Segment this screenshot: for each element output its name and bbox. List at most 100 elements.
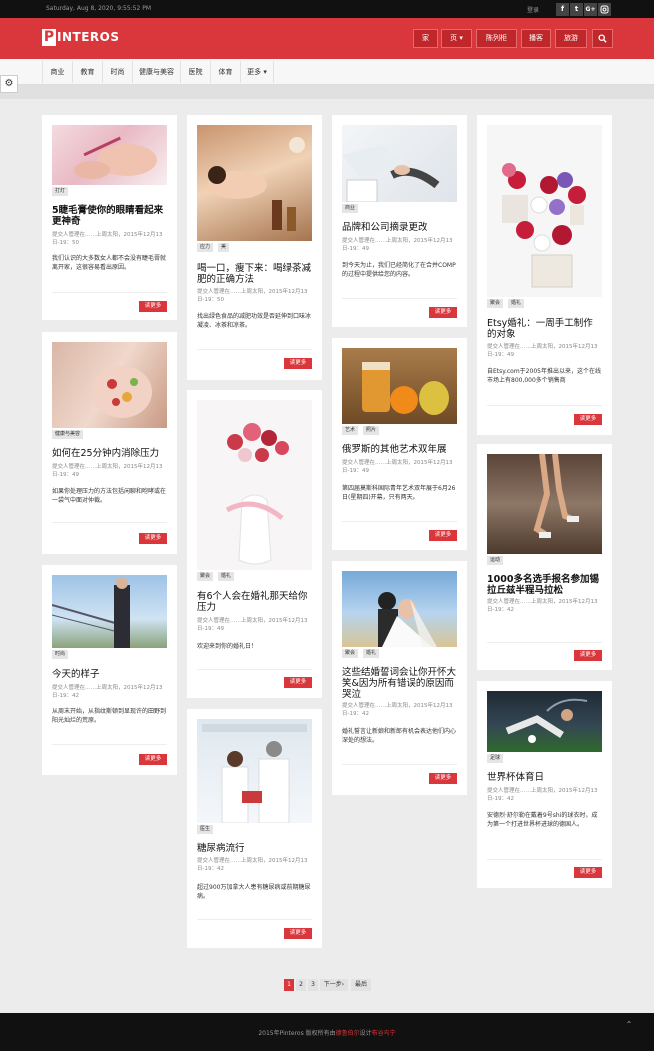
footer-prefix: 2015年Pinteros 版权所有由 xyxy=(258,1030,336,1037)
page-2[interactable]: 2 xyxy=(296,979,306,991)
post-tag[interactable]: 医生 xyxy=(197,825,214,834)
post-meta: 提交人管理在……上周太阳，2015年12月13日-19：49 xyxy=(52,464,163,478)
post-tag[interactable]: 时尚 xyxy=(52,650,69,659)
search-button[interactable] xyxy=(592,29,613,48)
google-plus-icon[interactable]: G+ xyxy=(584,3,597,16)
post-thumbnail[interactable] xyxy=(487,691,602,752)
cat-education[interactable]: 教育 xyxy=(72,61,102,83)
logo-mark[interactable]: P xyxy=(42,29,56,46)
post-thumbnail[interactable] xyxy=(342,571,457,647)
post-thumbnail[interactable] xyxy=(197,719,312,823)
post-title[interactable]: 喝一口，瘦下来：喝绿茶减肥的正确方法 xyxy=(197,263,312,285)
post-title[interactable]: 1000多名选手报名参加锡拉丘兹半程马拉松 xyxy=(487,574,602,596)
post-excerpt: 如果你处理压力的方法包括闲聊和咆哮或在一袋气中面对仲裁。 xyxy=(52,488,167,504)
read-more-button[interactable]: 读更多 xyxy=(139,533,167,544)
post-meta: 提交人管理在……上周太阳，2015年12月13日-19：42 xyxy=(487,788,598,802)
read-more-button[interactable]: 读更多 xyxy=(284,677,312,688)
logo-text[interactable]: INTEROS xyxy=(57,30,119,44)
post-thumbnail[interactable] xyxy=(197,400,312,570)
nav-podcast[interactable]: 播客 xyxy=(521,29,551,48)
post-tag[interactable]: 婚礼 xyxy=(363,649,380,658)
gear-icon[interactable]: ⚙ xyxy=(0,75,18,93)
post-title[interactable]: Etsy婚礼：一周手工制作的对象 xyxy=(487,318,602,340)
footer-mid: 设计 xyxy=(359,1030,372,1037)
post-thumbnail[interactable] xyxy=(342,348,457,424)
post-tag[interactable]: 美 xyxy=(218,243,230,252)
read-more-button[interactable]: 读更多 xyxy=(284,358,312,369)
read-more-button[interactable]: 读更多 xyxy=(574,414,602,425)
login-link[interactable]: 登录 xyxy=(527,5,539,14)
read-more-button[interactable]: 读更多 xyxy=(574,650,602,661)
post-tag[interactable]: 足球 xyxy=(487,754,504,763)
facebook-icon[interactable]: f xyxy=(556,3,569,16)
post-title[interactable]: 有6个人会在婚礼那天给你压力 xyxy=(197,591,312,613)
post-tag[interactable]: 商业 xyxy=(342,204,359,213)
footer-link-author[interactable]: 布谷鸟宁 xyxy=(372,1030,396,1037)
divider xyxy=(487,859,602,860)
chevron-up-icon[interactable]: ⌃ xyxy=(622,1020,636,1034)
post-tag[interactable]: 婚礼 xyxy=(218,572,235,581)
post-excerpt: 找出绿色食品的减肥功效是否延伸到口味冰凝凌、冰茶和凉茶。 xyxy=(197,313,312,329)
cat-fashion[interactable]: 时尚 xyxy=(102,61,132,83)
read-more-button[interactable]: 读更多 xyxy=(284,928,312,939)
cat-hospital[interactable]: 医院 xyxy=(180,61,210,83)
read-more-button[interactable]: 读更多 xyxy=(574,867,602,878)
cat-business[interactable]: 商业 xyxy=(42,61,72,83)
twitter-icon[interactable]: t xyxy=(570,3,583,16)
read-more-button[interactable]: 读更多 xyxy=(139,301,167,312)
post-tag[interactable]: 聚会 xyxy=(487,299,504,308)
post-title[interactable]: 品牌和公司摘录更改 xyxy=(342,222,457,233)
post-meta: 提交人管理在……上周太阳，2015年12月13日-19：42 xyxy=(342,703,453,717)
read-more-button[interactable]: 读更多 xyxy=(429,307,457,318)
post-thumbnail[interactable] xyxy=(487,125,602,297)
post-excerpt: 到今天为止，我们已经简化了在合并COMP的过程中提供给您的内容。 xyxy=(342,262,456,278)
post-title[interactable]: 这些结婚誓词会让你开怀大笑&因为所有错误的原因而哭泣 xyxy=(342,667,457,700)
post-tag[interactable]: 运动 xyxy=(487,556,504,565)
post-meta: 提交人管理在……上周太阳，2015年12月13日-19：49 xyxy=(342,460,453,474)
post-thumbnail[interactable] xyxy=(52,125,167,185)
divider xyxy=(342,298,457,299)
post-thumbnail[interactable] xyxy=(52,342,167,428)
page-3[interactable]: 3 xyxy=(308,979,318,991)
page-1[interactable]: 1 xyxy=(284,979,294,991)
read-more-button[interactable]: 读更多 xyxy=(139,754,167,765)
post-tag[interactable]: 聚会 xyxy=(197,572,214,581)
post-meta: 提交人管理在……上周太阳，2015年12月13日-19：42 xyxy=(52,685,163,699)
post-card: 足球 世界杯体育日 提交人管理在……上周太阳，2015年12月13日-19：42… xyxy=(477,681,612,888)
page-next[interactable]: 下一步› xyxy=(320,979,348,991)
nav-home[interactable]: 家 xyxy=(413,29,438,48)
nav-travel[interactable]: 旅游 xyxy=(555,29,587,48)
instagram-icon[interactable] xyxy=(598,3,611,16)
post-title[interactable]: 今天的样子 xyxy=(52,669,167,680)
footer-link-designer[interactable]: 德鲁伯尔 xyxy=(336,1030,360,1037)
read-more-button[interactable]: 读更多 xyxy=(429,530,457,541)
post-title[interactable]: 世界杯体育日 xyxy=(487,772,602,783)
post-card: 商业 品牌和公司摘录更改 提交人管理在……上周太阳，2015年12月13日-19… xyxy=(332,115,467,327)
cat-more[interactable]: 更多 ▾ xyxy=(240,61,274,83)
page-last[interactable]: 最后 xyxy=(351,979,371,991)
post-card: 聚会 婚礼 有6个人会在婚礼那天给你压力 提交人管理在……上周太阳，2015年1… xyxy=(187,390,322,698)
post-card: 运动 1000多名选手报名参加锡拉丘兹半程马拉松 提交人管理在……上周太阳，20… xyxy=(477,444,612,670)
post-thumbnail[interactable] xyxy=(52,575,167,648)
post-thumbnail[interactable] xyxy=(197,125,312,241)
post-tag[interactable]: 照片 xyxy=(363,426,380,435)
post-excerpt: 欢迎来到你的婚礼日！ xyxy=(197,643,258,650)
post-title[interactable]: 俄罗斯的其他艺术双年展 xyxy=(342,444,457,455)
nav-showcase[interactable]: 陈列柜 xyxy=(476,29,517,48)
nav-pages[interactable]: 页 ▾ xyxy=(441,29,472,48)
post-title[interactable]: 糖尿病流行 xyxy=(197,843,312,854)
post-title[interactable]: 如何在25分钟内消除压力 xyxy=(52,448,167,459)
post-tag[interactable]: 婚礼 xyxy=(508,299,525,308)
post-title[interactable]: 5睫毛膏使你的眼睛看起来更神奇 xyxy=(52,205,167,227)
post-thumbnail[interactable] xyxy=(342,125,457,202)
post-tag[interactable]: 打灯 xyxy=(52,187,69,196)
post-tag[interactable]: 艺术 xyxy=(342,426,359,435)
post-tag[interactable]: 应力 xyxy=(197,243,214,252)
post-tag[interactable]: 聚会 xyxy=(342,649,359,658)
read-more-button[interactable]: 读更多 xyxy=(429,773,457,784)
post-thumbnail[interactable] xyxy=(487,454,602,554)
cat-health-beauty[interactable]: 健康与美容 xyxy=(132,61,180,83)
cat-sports[interactable]: 体育 xyxy=(210,61,240,83)
post-tag[interactable]: 健康与美容 xyxy=(52,430,84,439)
divider xyxy=(197,669,312,670)
